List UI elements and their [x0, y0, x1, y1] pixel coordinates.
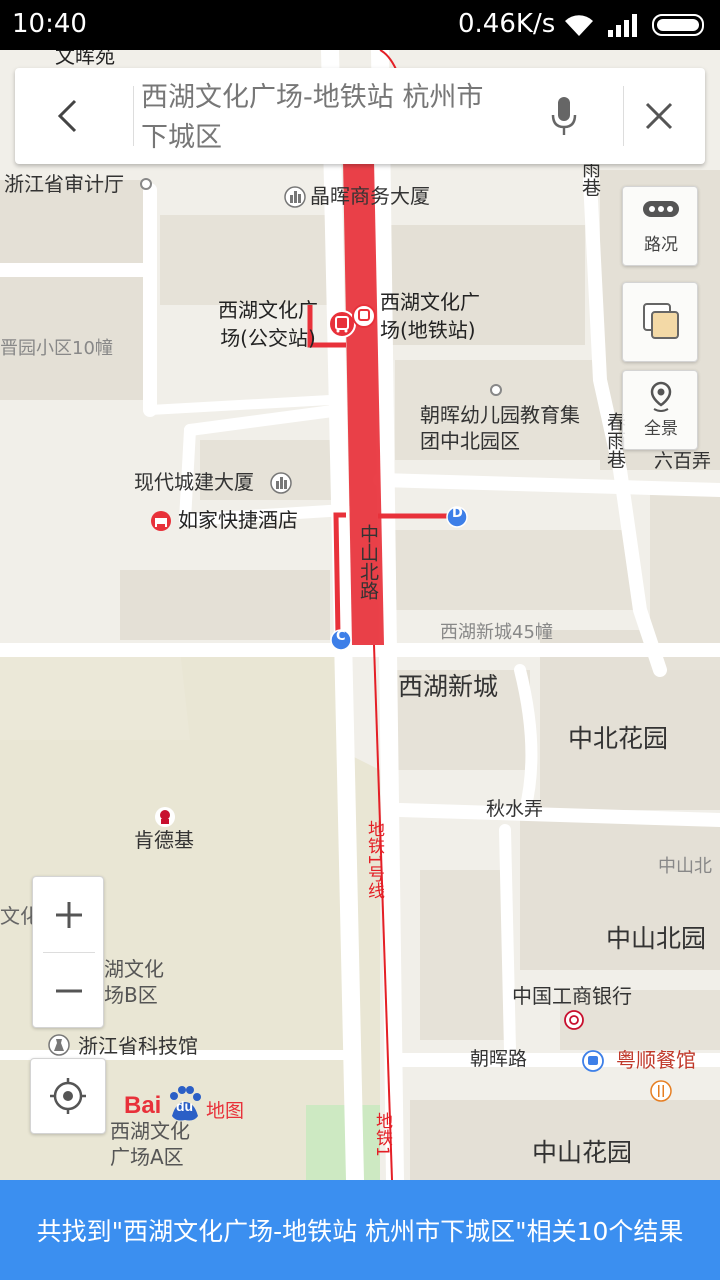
panorama-button[interactable]: 全景 [622, 370, 698, 450]
search-bar: 西湖文化广场-地铁站 杭州市下城区 [15, 68, 705, 164]
traffic-label: 路况 [644, 235, 678, 255]
map-label-icbc: 中国工商银行 [512, 984, 632, 1008]
metro-line-label-lower: 地铁1 [372, 1112, 392, 1157]
poi-dot-icon [490, 384, 502, 396]
clear-search-button[interactable] [629, 86, 689, 146]
metro-line-label: 地铁1号线 [364, 820, 384, 899]
status-time: 10:40 [12, 9, 87, 39]
bus-stop-icon [582, 1050, 604, 1072]
map-label-xihu-new-city: 西湖新城 [398, 672, 499, 701]
road-label-zhaohui-road: 朝晖路 [470, 1048, 528, 1070]
map-label-xihu-new-city-45: 西湖新城45幢 [440, 622, 553, 643]
back-arrow-icon [57, 99, 77, 133]
map-label-xiandai-building: 现代城建大厦 [134, 470, 254, 494]
close-icon [645, 102, 673, 130]
map-view[interactable]: 文晖苑 浙江省审计厅 晶晖商务大厦 西湖文化广场(公交站) 西湖文化广场(地铁站… [0, 50, 720, 1180]
route-marker-d-label: D [452, 506, 463, 521]
zoom-control [32, 876, 104, 1028]
map-label-kfc: 肯德基 [134, 828, 194, 852]
zoom-out-button[interactable] [33, 953, 105, 1028]
map-label-zhongshan-garden: 中山花园 [532, 1138, 633, 1167]
layers-icon [643, 303, 679, 339]
route-marker-c-label: C [336, 629, 346, 644]
map-label-zhongshan-north-short: 中山北 [658, 856, 712, 877]
status-bar: 10:40 0.46K/s [0, 0, 720, 50]
layers-button[interactable] [622, 282, 698, 362]
map-label-zhongbei-garden: 中北花园 [568, 724, 669, 753]
search-result-banner[interactable]: 共找到"西湖文化广场-地铁站 杭州市下城区"相关10个结果 [0, 1180, 720, 1280]
signal-icon [608, 14, 637, 37]
minus-icon [56, 989, 82, 992]
map-label-zhongshan-north-garden: 中山北园 [606, 924, 707, 953]
search-divider [623, 86, 624, 146]
bank-icon [564, 1010, 584, 1030]
road-label-qiushui-lane: 秋水弄 [486, 798, 544, 820]
map-label-wenhuiyuan: 文晖苑 [55, 50, 115, 68]
plus-icon [56, 901, 82, 928]
museum-icon [48, 1034, 70, 1056]
metro-station-icon[interactable] [352, 304, 376, 328]
locate-me-button[interactable] [30, 1058, 106, 1134]
battery-icon [652, 14, 704, 36]
panorama-label: 全景 [644, 419, 678, 439]
poi-dot-icon [140, 178, 152, 190]
microphone-icon [551, 97, 577, 135]
map-label-jinghui-building: 晶晖商务大厦 [310, 184, 430, 208]
voice-search-button[interactable] [535, 86, 593, 146]
map-label-kindergarten: 朝晖幼儿园教育集团中北园区 [420, 403, 580, 453]
baidu-logo-text: Bai [124, 1092, 162, 1119]
road-label-zhongshan-north-road: 中山北路 [357, 524, 379, 600]
map-label-rujia-hotel: 如家快捷酒店 [178, 508, 298, 532]
traffic-icon [643, 201, 679, 217]
locate-icon [50, 1078, 86, 1114]
map-label-community: 晋园小区10幢 [0, 338, 113, 359]
search-result-text: 共找到"西湖文化广场-地铁站 杭州市下城区"相关10个结果 [36, 1217, 684, 1246]
panorama-pin-icon [650, 381, 672, 412]
wifi-icon [565, 15, 593, 37]
map-label-metro-station: 西湖文化广场(地铁站) [380, 290, 480, 342]
network-speed: 0.46K/s [458, 9, 556, 39]
building-icon [284, 186, 306, 208]
map-label-audit-office: 浙江省审计厅 [4, 172, 124, 196]
map-base [0, 50, 720, 1180]
building-icon [270, 472, 292, 494]
traffic-button[interactable]: 路况 [622, 186, 698, 266]
map-label-bus-station: 西湖文化广场(公交站) [218, 298, 318, 350]
search-input[interactable]: 西湖文化广场-地铁站 杭州市下城区 [141, 78, 501, 158]
restaurant-icon [650, 1080, 672, 1102]
baidu-paw-text: du [176, 1098, 194, 1114]
zoom-in-button[interactable] [33, 877, 105, 952]
kfc-icon [155, 807, 175, 827]
map-label-yueshun-restaurant: 粤顺餐馆 [616, 1048, 696, 1072]
map-label-science-museum: 浙江省科技馆 [78, 1034, 198, 1058]
baidu-logo: Bai du 地图 [124, 1082, 254, 1126]
hotel-icon [151, 511, 171, 531]
search-divider [133, 86, 134, 146]
baidu-map-text: 地图 [206, 1100, 245, 1122]
back-button[interactable] [15, 68, 119, 164]
road-label-liubai-lane: 六百弄 [654, 450, 712, 472]
